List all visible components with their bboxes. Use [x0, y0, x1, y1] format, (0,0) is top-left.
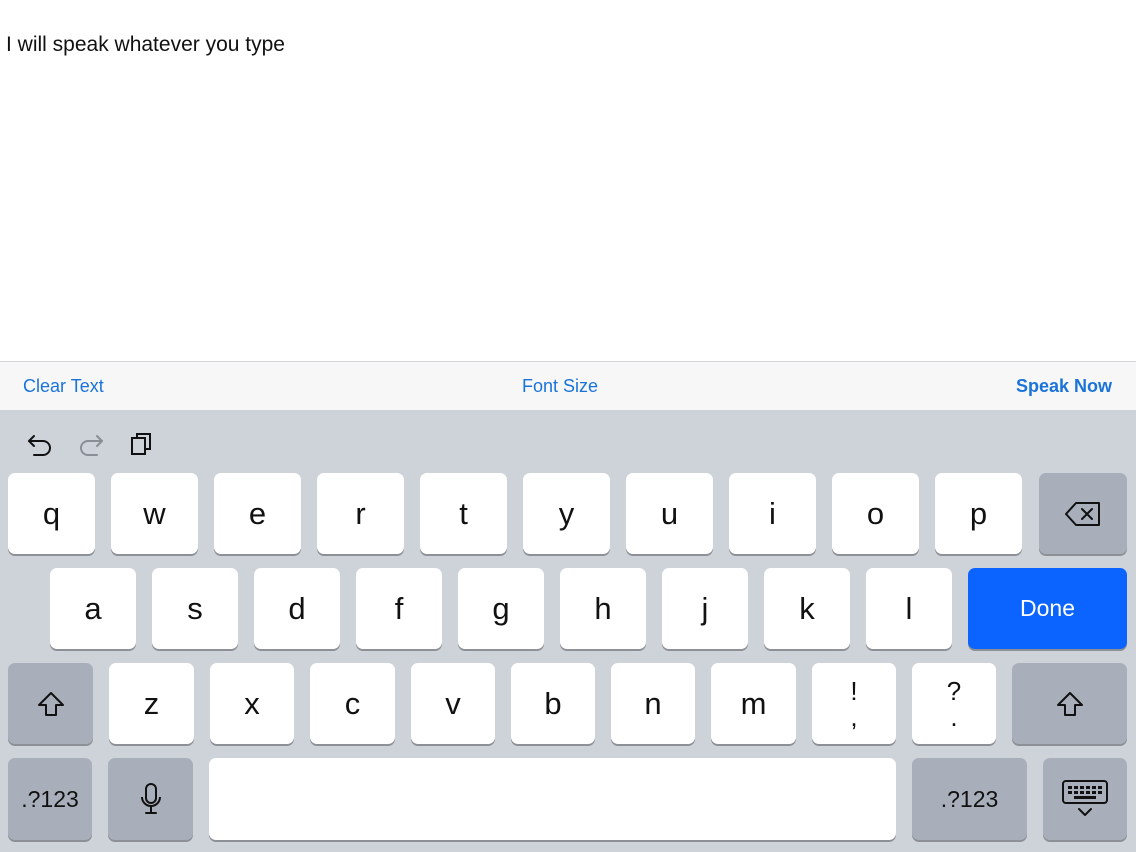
space-key[interactable] — [209, 758, 896, 840]
keyboard-dismiss-icon — [1062, 780, 1108, 816]
key-m[interactable]: m — [711, 663, 796, 744]
key-question-period[interactable]: ? . — [912, 663, 996, 744]
key-c[interactable]: c — [310, 663, 395, 744]
key-v[interactable]: v — [411, 663, 495, 744]
key-y[interactable]: y — [523, 473, 610, 554]
key-r[interactable]: r — [317, 473, 404, 554]
delete-key[interactable] — [1039, 473, 1127, 554]
key-g[interactable]: g — [458, 568, 544, 649]
numbers-key-right[interactable]: .?123 — [912, 758, 1027, 840]
key-l[interactable]: l — [866, 568, 952, 649]
key-k[interactable]: k — [764, 568, 850, 649]
key-h[interactable]: h — [560, 568, 646, 649]
clear-text-button[interactable]: Clear Text — [23, 362, 104, 411]
key-z[interactable]: z — [109, 663, 194, 744]
key-top-char: ! — [850, 675, 858, 706]
key-q[interactable]: q — [8, 473, 95, 554]
done-key[interactable]: Done — [968, 568, 1127, 649]
key-bottom-char: , — [850, 701, 858, 732]
keyboard-dismiss-key[interactable] — [1043, 758, 1127, 840]
speak-now-button[interactable]: Speak Now — [1016, 362, 1112, 411]
key-f[interactable]: f — [356, 568, 442, 649]
key-x[interactable]: x — [210, 663, 294, 744]
key-t[interactable]: t — [420, 473, 507, 554]
dictation-key[interactable] — [108, 758, 193, 840]
shift-key-left[interactable] — [8, 663, 93, 744]
key-u[interactable]: u — [626, 473, 713, 554]
backspace-icon — [1065, 501, 1100, 526]
key-n[interactable]: n — [611, 663, 695, 744]
redo-icon[interactable] — [77, 430, 105, 458]
keyboard: q w e r t y u i o p a s d f g h j k l Do… — [0, 410, 1136, 852]
input-toolbar: Clear Text Font Size Speak Now — [0, 361, 1136, 410]
key-j[interactable]: j — [662, 568, 748, 649]
key-b[interactable]: b — [511, 663, 595, 744]
key-s[interactable]: s — [152, 568, 238, 649]
key-top-char: ? — [946, 675, 962, 706]
key-exclamation-comma[interactable]: ! , — [812, 663, 896, 744]
key-e[interactable]: e — [214, 473, 301, 554]
paste-icon[interactable] — [128, 430, 156, 458]
text-content: I will speak whatever you type — [6, 33, 285, 56]
shift-key-right[interactable] — [1012, 663, 1127, 744]
key-w[interactable]: w — [111, 473, 198, 554]
key-a[interactable]: a — [50, 568, 136, 649]
text-view[interactable]: I will speak whatever you type — [0, 0, 1136, 361]
shift-icon — [37, 691, 64, 716]
key-o[interactable]: o — [832, 473, 919, 554]
numbers-key-left[interactable]: .?123 — [8, 758, 92, 840]
key-d[interactable]: d — [254, 568, 340, 649]
microphone-icon — [140, 783, 161, 814]
undo-icon[interactable] — [26, 430, 54, 458]
font-size-button[interactable]: Font Size — [522, 362, 598, 411]
key-bottom-char: . — [950, 701, 958, 732]
shortcut-bar — [0, 410, 1136, 472]
key-i[interactable]: i — [729, 473, 816, 554]
shift-icon — [1056, 691, 1083, 716]
key-p[interactable]: p — [935, 473, 1022, 554]
